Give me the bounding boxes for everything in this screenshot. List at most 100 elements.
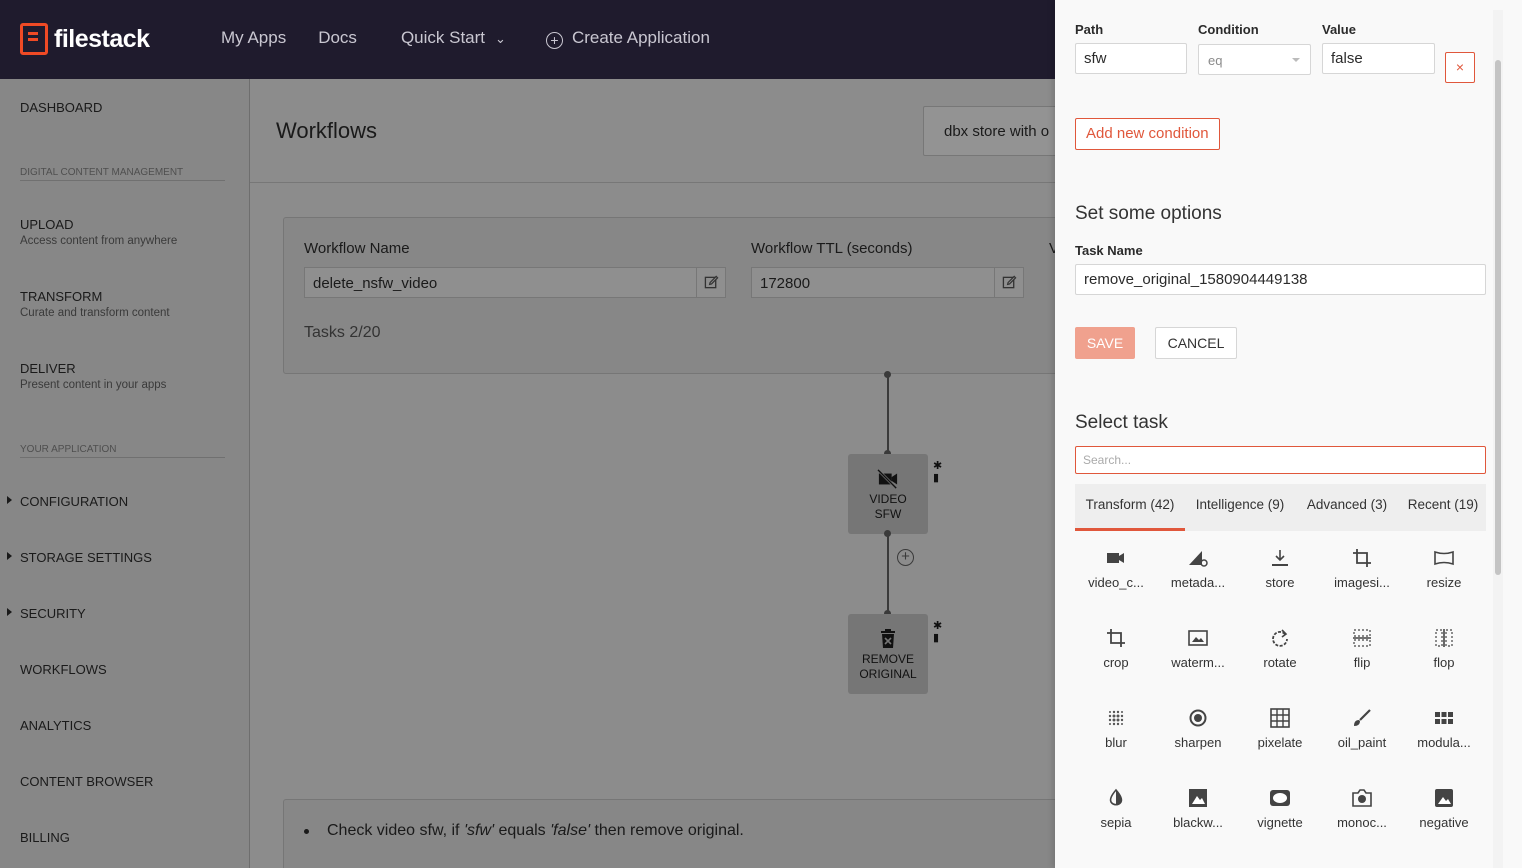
task-item-blur[interactable]: blur: [1075, 708, 1157, 768]
task-item-flip[interactable]: flip: [1321, 628, 1403, 688]
caret-right-icon: [7, 608, 12, 616]
nav-docs[interactable]: Docs: [318, 28, 357, 49]
sidebar-item-content-browser[interactable]: CONTENT BROWSER: [20, 774, 153, 789]
task-item-label: blackw...: [1173, 815, 1223, 830]
workflow-ttl-field[interactable]: 172800: [751, 267, 995, 298]
sidebar-item-billing[interactable]: BILLING: [20, 830, 70, 845]
add-task-button[interactable]: +: [897, 549, 914, 566]
sharpen-icon: [1189, 709, 1207, 727]
sidebar-item-upload-desc: Access content from anywhere: [20, 235, 178, 247]
task-search-input[interactable]: Search...: [1075, 446, 1486, 474]
edit-name-button[interactable]: [696, 267, 726, 298]
sidebar-item-storage-settings[interactable]: STORAGE SETTINGS: [20, 550, 152, 565]
sidebar-item-transform[interactable]: TRANSFORM: [20, 289, 102, 304]
task-item-sharpen[interactable]: sharpen: [1157, 708, 1239, 768]
flip-icon: [1353, 629, 1371, 647]
task-item-label: modula...: [1417, 735, 1471, 750]
sidebar-item-transform-desc: Curate and transform content: [20, 307, 170, 319]
remove-condition-button[interactable]: ×: [1445, 52, 1475, 83]
tab-intelligence[interactable]: Intelligence (9): [1188, 484, 1292, 531]
trash-icon[interactable]: ▮: [933, 632, 942, 644]
panel-scrollbar-thumb[interactable]: [1495, 60, 1501, 575]
add-condition-button[interactable]: Add new condition: [1075, 118, 1220, 150]
sidebar-section-dcm: DIGITAL CONTENT MANAGEMENT: [20, 167, 225, 181]
task-item-blackwhite[interactable]: blackw...: [1157, 788, 1239, 848]
task-item-label: oil_paint: [1337, 735, 1387, 750]
task-item-flop[interactable]: flop: [1403, 628, 1485, 688]
task-item-modulate[interactable]: modula...: [1403, 708, 1485, 768]
task-item-pixelate[interactable]: pixelate: [1239, 708, 1321, 768]
nav-quick-start[interactable]: Quick Start ⌄: [401, 28, 506, 49]
task-item-monochrome[interactable]: monoc...: [1321, 788, 1403, 848]
sidebar: DASHBOARD DIGITAL CONTENT MANAGEMENT UPL…: [0, 79, 250, 868]
trash-icon[interactable]: ▮: [933, 472, 942, 484]
sidebar-item-workflows[interactable]: WORKFLOWS: [20, 662, 107, 677]
nav-create-application-label: Create Application: [571, 28, 710, 47]
blackwhite-icon: [1189, 789, 1207, 807]
edit-icon: [704, 275, 719, 289]
cancel-button[interactable]: CANCEL: [1155, 327, 1237, 359]
gear-icon[interactable]: ✱: [933, 460, 942, 472]
task-item-label: monoc...: [1337, 815, 1387, 830]
task-name-input[interactable]: remove_original_1580904449138: [1075, 264, 1486, 295]
value-input[interactable]: false: [1322, 43, 1435, 74]
image-icon: [1435, 789, 1453, 807]
tab-recent[interactable]: Recent (19): [1402, 484, 1484, 531]
caret-right-icon: [7, 552, 12, 560]
panorama-icon: [1434, 550, 1454, 566]
note-middle: equals: [494, 822, 551, 839]
node-tools: ✱ ▮: [933, 460, 942, 484]
select-task-heading: Select task: [1075, 412, 1168, 433]
delete-forever-icon: [881, 629, 895, 648]
app-root: filestack My Apps Docs Quick Start ⌄ + Cre…: [0, 0, 1522, 868]
path-input[interactable]: sfw: [1075, 43, 1187, 74]
task-item-label: negative: [1419, 815, 1469, 830]
flow-connector: [887, 375, 889, 453]
main-content: Workflows dbx store with o Workflow Name…: [250, 79, 1073, 868]
task-item-label: flip: [1353, 655, 1371, 670]
tab-advanced[interactable]: Advanced (3): [1301, 484, 1393, 531]
task-item-metadata[interactable]: metada...: [1157, 548, 1239, 608]
task-node-remove-original[interactable]: REMOVE ORIGINAL: [848, 614, 928, 694]
condition-select[interactable]: eq: [1198, 44, 1311, 75]
filestack-logo[interactable]: filestack: [20, 23, 150, 55]
task-item-crop[interactable]: crop: [1075, 628, 1157, 688]
task-item-imagesize[interactable]: imagesi...: [1321, 548, 1403, 608]
task-item-sepia[interactable]: sepia: [1075, 788, 1157, 848]
edit-ttl-button[interactable]: [994, 267, 1024, 298]
sidebar-item-deliver[interactable]: DELIVER: [20, 361, 76, 376]
task-item-negative[interactable]: negative: [1403, 788, 1485, 848]
add-circle-icon: +: [545, 32, 563, 49]
nav-my-apps[interactable]: My Apps: [221, 28, 286, 49]
task-item-label: flop: [1433, 655, 1455, 670]
task-item-store[interactable]: store: [1239, 548, 1321, 608]
gear-icon[interactable]: ✱: [933, 620, 942, 632]
node-tools: ✱ ▮: [933, 620, 942, 644]
edit-icon: [1002, 275, 1017, 289]
note-suffix: then remove original.: [590, 822, 744, 839]
note-path: 'sfw': [463, 822, 495, 839]
task-item-label: resize: [1426, 575, 1462, 590]
task-item-vignette[interactable]: vignette: [1239, 788, 1321, 848]
task-item-resize[interactable]: resize: [1403, 548, 1485, 608]
save-button[interactable]: SAVE: [1075, 327, 1135, 359]
sidebar-item-dashboard[interactable]: DASHBOARD: [20, 100, 102, 115]
task-item-watermark[interactable]: waterm...: [1157, 628, 1239, 688]
workflow-name-field[interactable]: delete_nsfw_video: [304, 267, 697, 298]
task-node-video-sfw[interactable]: VIDEO SFW: [848, 454, 928, 534]
workflow-select[interactable]: dbx store with o: [923, 106, 1063, 156]
metadata-icon: [1189, 551, 1208, 567]
sidebar-item-security[interactable]: SECURITY: [20, 606, 86, 621]
nav-create-application[interactable]: + Create Application: [545, 28, 710, 49]
tab-transform[interactable]: Transform (42): [1075, 484, 1185, 531]
rotate-icon: [1272, 629, 1288, 647]
crop-icon: [1107, 629, 1125, 647]
workflow-description: Check video sfw, if 'sfw' equals 'false'…: [283, 799, 1073, 868]
task-item-video-convert[interactable]: video_c...: [1075, 548, 1157, 608]
task-item-rotate[interactable]: rotate: [1239, 628, 1321, 688]
task-item-oil-paint[interactable]: oil_paint: [1321, 708, 1403, 768]
sidebar-item-configuration[interactable]: CONFIGURATION: [20, 494, 128, 509]
sidebar-item-upload[interactable]: UPLOAD: [20, 217, 73, 232]
sidebar-item-analytics[interactable]: ANALYTICS: [20, 718, 91, 733]
chevron-down-icon: ⌄: [495, 31, 506, 46]
